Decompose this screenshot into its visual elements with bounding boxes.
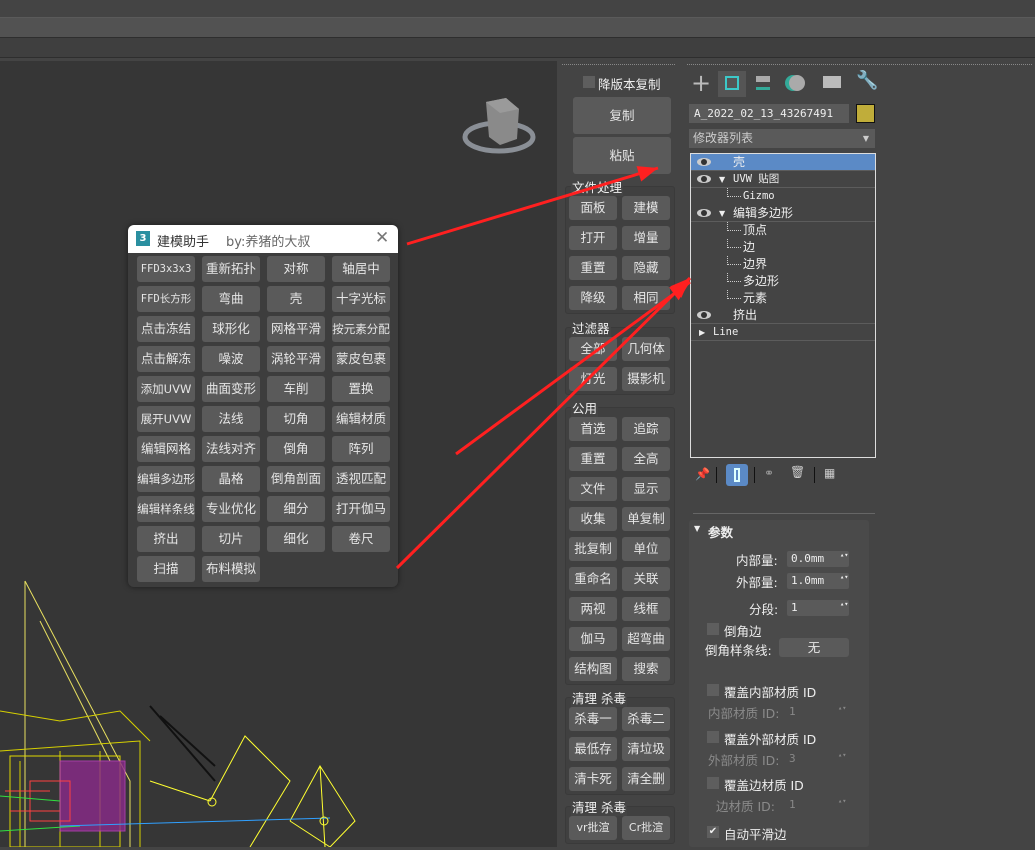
arrow-head-icon [636, 166, 658, 182]
red-arrow-group [395, 166, 692, 570]
red-arrow [406, 166, 659, 246]
red-arrow [395, 276, 692, 570]
annotation-arrows [395, 166, 692, 570]
red-arrow [455, 280, 691, 456]
